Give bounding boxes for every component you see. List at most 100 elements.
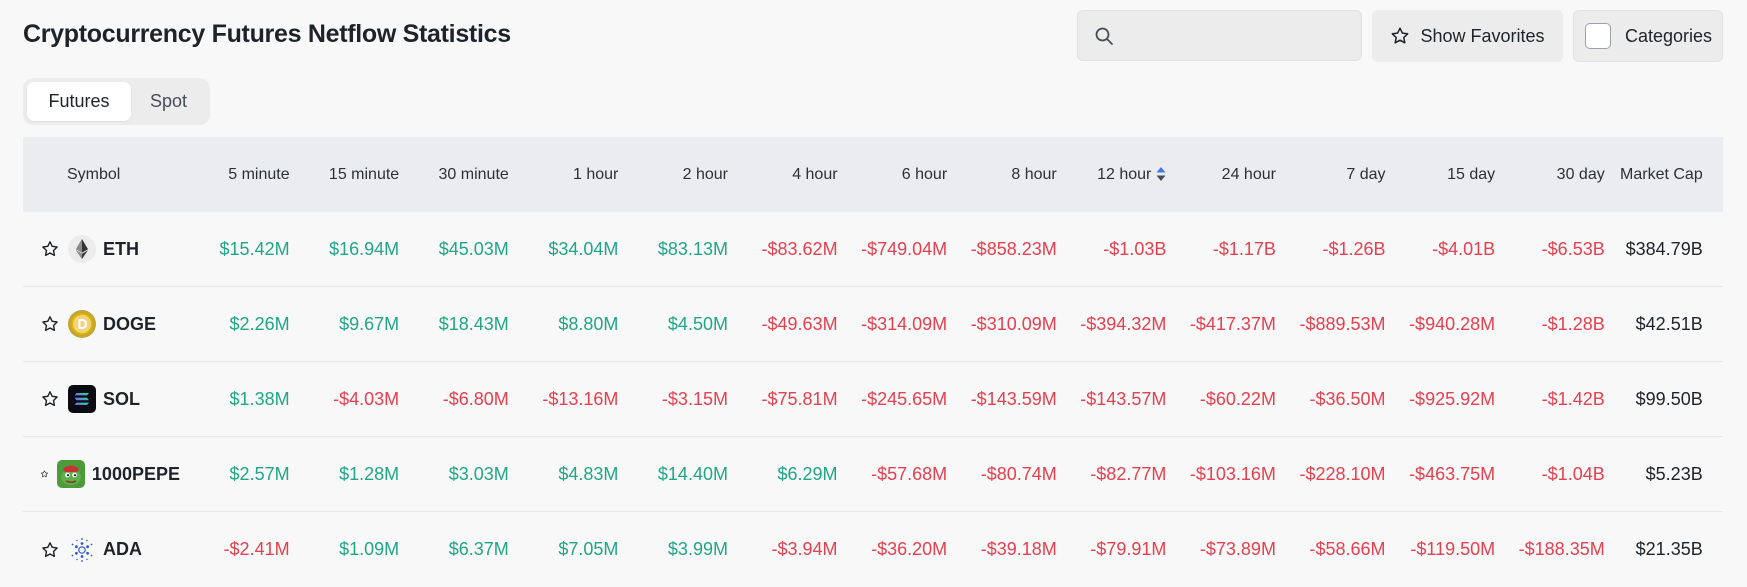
column-header-24-hour[interactable]: 24 hour — [1166, 166, 1276, 184]
netflow-8-hour: -$858.23M — [970, 238, 1057, 259]
coin-symbol[interactable]: ETH — [103, 239, 139, 260]
netflow-4-hour: -$75.81M — [761, 388, 838, 409]
market-cap-value: $21.35B — [1635, 539, 1703, 559]
pepe-logo-icon — [56, 460, 85, 488]
column-header-8-hour[interactable]: 8 hour — [947, 166, 1056, 184]
column-header-7-day[interactable]: 7 day — [1276, 166, 1385, 184]
netflow-6-hour: -$36.20M — [871, 539, 948, 559]
star-outline-icon — [1392, 27, 1409, 44]
netflow-7-day: -$228.10M — [1299, 463, 1386, 484]
netflow-5-minute: -$2.41M — [223, 539, 290, 559]
netflow-table: Symbol 5 minute 15 minute 30 minute 1 ho… — [23, 137, 1723, 587]
netflow-15-minute: $1.09M — [339, 539, 400, 559]
netflow-30-day: -$188.35M — [1518, 539, 1605, 559]
netflow-4-hour: -$83.62M — [761, 238, 838, 259]
table-row-ada[interactable]: ADA -$2.41M $1.09M $6.37M $7.05M $3.99M -$3.94… — [23, 512, 1723, 587]
doge-logo-icon — [68, 310, 96, 338]
netflow-4-hour: -$49.63M — [761, 313, 838, 334]
categories-button[interactable]: Categories — [1573, 10, 1723, 62]
netflow-15-minute: $9.67M — [339, 313, 400, 334]
netflow-1-hour: $8.80M — [558, 313, 619, 334]
sort-icon — [1156, 166, 1166, 181]
netflow-8-hour: -$310.09M — [970, 313, 1057, 334]
column-header-1-hour[interactable]: 1 hour — [509, 166, 618, 184]
netflow-1-hour: $34.04M — [548, 238, 619, 259]
netflow-30-minute: -$6.80M — [442, 388, 509, 409]
page-title: Cryptocurrency Futures Netflow Statistic… — [23, 20, 511, 48]
column-header-12-hour[interactable]: 12 hour — [1057, 166, 1167, 184]
netflow-5-minute: $1.38M — [229, 388, 290, 409]
netflow-2-hour: -$3.15M — [661, 388, 728, 409]
netflow-12-hour: -$79.91M — [1090, 539, 1167, 559]
netflow-15-day: -$463.75M — [1409, 463, 1496, 484]
symbol-cell: SOL — [23, 385, 180, 413]
favorite-star-icon[interactable] — [40, 389, 60, 409]
netflow-30-day: -$1.28B — [1541, 313, 1605, 334]
favorite-star-icon[interactable] — [40, 464, 49, 484]
show-favorites-button[interactable]: Show Favorites — [1372, 10, 1563, 62]
netflow-30-minute: $45.03M — [438, 238, 509, 259]
column-header-5-minute[interactable]: 5 minute — [180, 166, 289, 184]
netflow-7-day: -$36.50M — [1309, 388, 1386, 409]
favorite-star-icon[interactable] — [40, 314, 60, 334]
column-header-2-hour[interactable]: 2 hour — [618, 166, 728, 184]
table-row-eth[interactable]: ETH $15.42M $16.94M $45.03M $34.04M $83.13M -$… — [23, 212, 1723, 287]
coin-symbol[interactable]: DOGE — [103, 314, 156, 335]
tab-futures[interactable]: Futures — [27, 82, 131, 121]
netflow-8-hour: -$143.59M — [970, 388, 1057, 409]
netflow-7-day: -$58.66M — [1309, 539, 1386, 559]
column-header-market-cap[interactable]: Market Cap — [1605, 166, 1715, 184]
netflow-4-hour: -$3.94M — [771, 539, 838, 559]
netflow-30-minute: $18.43M — [438, 313, 509, 334]
favorite-star-icon[interactable] — [40, 239, 60, 259]
search-box[interactable] — [1077, 10, 1362, 61]
market-cap-value: $99.50B — [1635, 388, 1703, 409]
search-icon — [1095, 27, 1113, 45]
table-row-doge[interactable]: DOGE $2.26M $9.67M $18.43M $8.80M $4.50M -$49.… — [23, 287, 1723, 362]
market-cap-value: $384.79B — [1625, 238, 1703, 259]
column-header-4-hour[interactable]: 4 hour — [728, 166, 837, 184]
column-header-30-minute[interactable]: 30 minute — [399, 166, 509, 184]
favorite-star-icon[interactable] — [40, 540, 60, 560]
netflow-2-hour: $14.40M — [657, 463, 728, 484]
coin-symbol[interactable]: ADA — [103, 539, 142, 560]
symbol-cell: ADA — [23, 535, 180, 564]
netflow-4-hour: $6.29M — [777, 463, 838, 484]
netflow-24-hour: -$73.89M — [1199, 539, 1276, 559]
netflow-15-day: -$925.92M — [1409, 388, 1496, 409]
coin-symbol[interactable]: SOL — [103, 389, 140, 410]
netflow-30-day: -$6.53B — [1541, 238, 1605, 259]
table-row-1000pepe[interactable]: 1000PEPE $2.57M $1.28M $3.03M $4.83M $14.40M $… — [23, 437, 1723, 512]
ada-logo-icon — [68, 535, 96, 564]
netflow-24-hour: -$417.37M — [1189, 313, 1276, 334]
categories-checkbox[interactable] — [1585, 23, 1611, 49]
table-header: Symbol 5 minute 15 minute 30 minute 1 ho… — [23, 137, 1723, 212]
tab-spot[interactable]: Spot — [131, 82, 206, 121]
netflow-1-hour: $7.05M — [558, 539, 619, 559]
netflow-6-hour: -$57.68M — [871, 463, 948, 484]
netflow-15-day: -$940.28M — [1409, 313, 1496, 334]
netflow-30-minute: $6.37M — [448, 539, 509, 559]
column-header-symbol[interactable]: Symbol — [23, 166, 180, 184]
column-header-6-hour[interactable]: 6 hour — [838, 166, 947, 184]
eth-logo-icon — [68, 235, 96, 263]
column-header-12-hour-label: 12 hour — [1097, 165, 1152, 183]
column-header-30-day[interactable]: 30 day — [1495, 166, 1605, 184]
table-body: ETH $15.42M $16.94M $45.03M $34.04M $83.13M -$… — [23, 212, 1723, 587]
column-header-15-day[interactable]: 15 day — [1386, 166, 1495, 184]
market-type-tabs: Futures Spot — [23, 78, 210, 125]
table-row-sol[interactable]: SOL $1.38M -$4.03M -$6.80M -$13.16M -$3.15M -$… — [23, 362, 1723, 437]
symbol-cell: 1000PEPE — [23, 460, 180, 488]
search-input[interactable] — [1124, 19, 1349, 53]
netflow-12-hour: -$82.77M — [1090, 463, 1167, 484]
netflow-15-day: -$119.50M — [1410, 539, 1496, 559]
symbol-cell: DOGE — [23, 310, 180, 338]
netflow-15-day: -$4.01B — [1432, 238, 1496, 259]
coin-symbol[interactable]: 1000PEPE — [92, 464, 180, 485]
netflow-8-hour: -$39.18M — [980, 539, 1057, 559]
show-favorites-label: Show Favorites — [1420, 25, 1545, 46]
categories-label: Categories — [1625, 25, 1713, 46]
column-header-15-minute[interactable]: 15 minute — [290, 166, 399, 184]
netflow-24-hour: -$60.22M — [1199, 388, 1276, 409]
netflow-30-day: -$1.04B — [1541, 463, 1605, 484]
